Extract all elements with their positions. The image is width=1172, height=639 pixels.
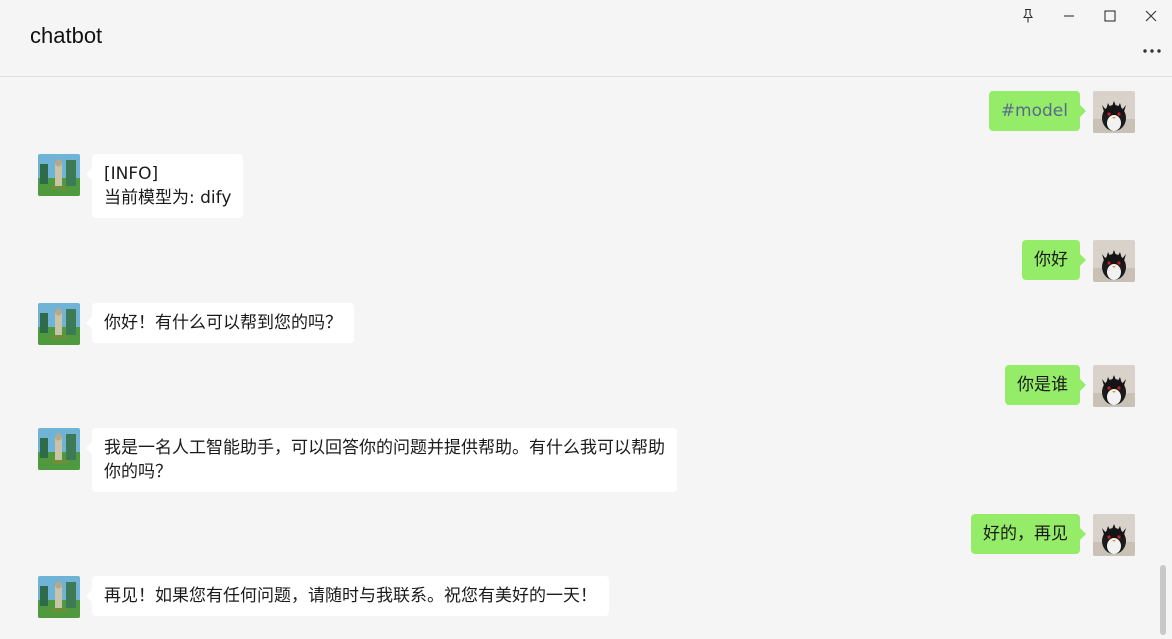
user-avatar[interactable]	[1093, 365, 1135, 407]
bot-avatar[interactable]	[38, 154, 80, 196]
title-bar: chatbot	[0, 0, 1172, 77]
close-icon	[1145, 10, 1157, 22]
message-bubble: 再见！如果您有任何问题，请随时与我联系。祝您有美好的一天！	[86, 576, 609, 616]
bot-avatar[interactable]	[38, 303, 80, 345]
bot-avatar[interactable]	[38, 428, 80, 470]
window-title: chatbot	[30, 23, 103, 48]
more-icon	[1142, 39, 1162, 58]
message-bubble: 你是谁	[1005, 365, 1086, 405]
close-button[interactable]	[1132, 2, 1170, 30]
maximize-icon	[1104, 10, 1116, 22]
chat-window: chatbot #model [INFO] 当前模型为: dify 你好 你好！…	[0, 0, 1172, 639]
scrollbar-thumb[interactable]	[1160, 565, 1166, 635]
message-bubble: [INFO] 当前模型为: dify	[85, 154, 244, 218]
message-bubble: 我是一名人工智能助手，可以回答你的问题并提供帮助。有什么我可以帮助 你的吗？	[86, 428, 677, 492]
minimize-button[interactable]	[1050, 2, 1088, 30]
bot-avatar[interactable]	[38, 576, 80, 618]
user-avatar[interactable]	[1093, 240, 1135, 282]
message-list[interactable]: #model [INFO] 当前模型为: dify 你好 你好！有什么可以帮到您…	[0, 78, 1172, 639]
pin-button[interactable]	[1009, 2, 1047, 30]
maximize-button[interactable]	[1091, 2, 1129, 30]
user-avatar[interactable]	[1093, 514, 1135, 556]
message-bubble: 你好！有什么可以帮到您的吗？	[86, 303, 354, 343]
message-bubble: 你好	[1022, 240, 1086, 280]
message-bubble: 好的，再见	[971, 514, 1086, 554]
more-button[interactable]	[1138, 38, 1166, 58]
user-avatar[interactable]	[1093, 91, 1135, 133]
message-bubble: #model	[988, 91, 1087, 131]
minimize-icon	[1063, 10, 1075, 22]
pin-icon	[1021, 8, 1035, 24]
